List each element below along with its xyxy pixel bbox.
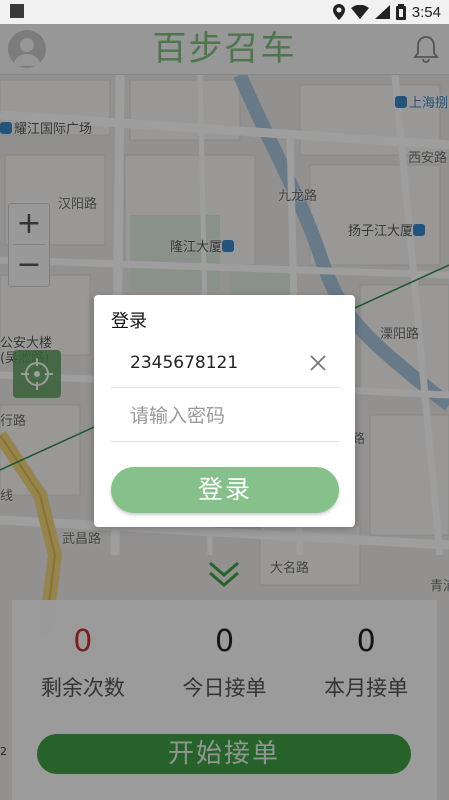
notification-icon bbox=[10, 4, 24, 18]
password-field bbox=[111, 393, 339, 442]
wifi-icon bbox=[350, 5, 369, 19]
signal-icon bbox=[374, 5, 390, 19]
dialog-title: 登录 bbox=[111, 311, 147, 332]
battery-icon bbox=[395, 4, 406, 20]
login-dialog: 登录 登录 bbox=[94, 295, 355, 527]
login-button[interactable]: 登录 bbox=[111, 467, 339, 513]
clock: 3:54 bbox=[411, 3, 441, 21]
phone-field bbox=[111, 339, 339, 388]
location-icon bbox=[332, 4, 345, 20]
password-input[interactable] bbox=[130, 393, 300, 441]
close-icon[interactable] bbox=[309, 354, 327, 372]
phone-input[interactable] bbox=[130, 339, 300, 387]
status-bar: 3:54 bbox=[0, 0, 449, 24]
